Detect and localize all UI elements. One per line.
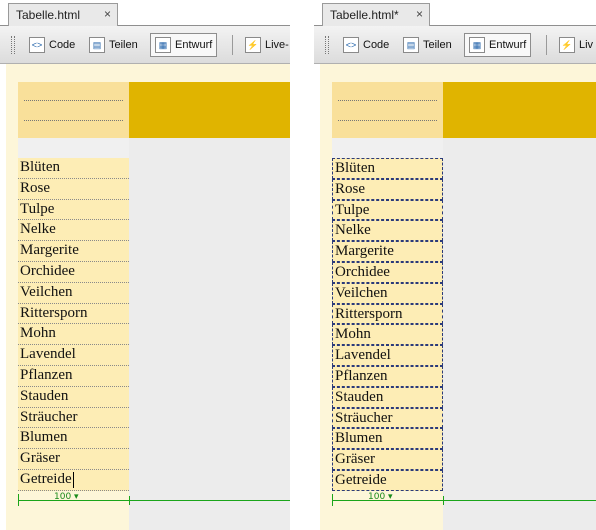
list-item[interactable]: Nelke [18,220,129,242]
list-item[interactable]: Rose [18,179,129,200]
design-view-icon: ▦ [469,37,485,53]
split-view-button[interactable]: ▤ Teilen [398,33,457,57]
split-view-icon: ▤ [89,37,105,53]
list-item[interactable]: Gräser [332,449,443,470]
split-view-label: Teilen [109,39,138,51]
spacer-cell[interactable] [332,138,443,158]
list-column[interactable]: Blüten Rose Tulpe Nelke Margerite Orchid… [18,158,129,491]
live-view-label: Live- [265,39,289,51]
list-item[interactable]: Pflanzen [332,365,443,387]
list-item[interactable]: Tulpe [332,199,443,221]
text-caret [72,471,74,488]
split-view-icon: ▤ [403,37,419,53]
list-item[interactable]: Lavendel [332,345,443,366]
list-item[interactable]: Blüten [18,158,129,179]
column-width-guide[interactable]: 100 ▾ [332,492,596,508]
toolbar-separator [232,35,233,55]
live-view-label: Liv [579,39,594,51]
editor-panel-before: Tabelle.html × <> Code ▤ Teilen ▦ Entwur… [0,0,290,530]
header-cell-right[interactable] [443,82,596,138]
design-view-button[interactable]: ▦ Entwurf [464,33,532,57]
code-view-button[interactable]: <> Code [338,33,394,57]
content-cell-right[interactable] [443,138,596,530]
column-width-label[interactable]: 100 ▾ [54,492,79,502]
list-item[interactable]: Mohn [332,324,443,346]
design-view-label: Entwurf [175,39,213,51]
toolbar-grip-icon[interactable] [11,36,15,54]
toolbar-grip-icon[interactable] [325,36,329,54]
header-cell-right[interactable] [129,82,290,138]
list-item[interactable]: Getreide [332,469,443,491]
document-toolbar: <> Code ▤ Teilen ▦ Entwurf ⚡ Live- [0,26,290,64]
list-item[interactable]: Veilchen [332,282,443,304]
list-item[interactable]: Margerite [332,241,443,262]
list-item[interactable]: Stauden [332,386,443,408]
list-item[interactable]: Getreide [18,470,129,491]
column-width-label[interactable]: 100 ▾ [368,492,393,502]
list-item[interactable]: Stauden [18,387,129,408]
list-item[interactable]: Rittersporn [332,303,443,325]
code-view-label: Code [363,39,390,51]
toolbar-separator [546,35,547,55]
document-tab[interactable]: Tabelle.html × [8,3,118,27]
close-icon[interactable]: × [416,7,423,21]
header-cell-left[interactable] [332,82,443,138]
list-item[interactable]: Orchidee [18,262,129,283]
column-width-guide[interactable]: 100 ▾ [18,492,290,508]
list-item-label: Getreide [20,470,72,487]
header-rule [24,100,123,101]
list-item[interactable]: Sträucher [18,408,129,429]
document-tab-title: Tabelle.html* [330,8,399,22]
list-item[interactable]: Gräser [18,449,129,470]
close-icon[interactable]: × [104,7,111,21]
list-item[interactable]: Pflanzen [18,366,129,387]
list-item[interactable]: Blumen [18,428,129,450]
live-view-button[interactable]: ⚡ Live- [240,33,290,57]
header-rule [338,120,437,121]
list-item[interactable]: Mohn [18,324,129,346]
code-view-button[interactable]: <> Code [24,33,80,57]
code-view-icon: <> [343,37,359,53]
list-item[interactable]: Sträucher [332,407,443,429]
document-toolbar: <> Code ▤ Teilen ▦ Entwurf ⚡ Liv [314,26,596,64]
list-item[interactable]: Orchidee [332,261,443,283]
design-canvas[interactable]: Blüten Rose Tulpe Nelke Margerite Orchid… [6,64,290,530]
live-view-icon: ⚡ [245,37,261,53]
content-cell-right[interactable] [129,138,290,530]
list-item[interactable]: Blüten [332,158,443,179]
design-view-button[interactable]: ▦ Entwurf [150,33,218,57]
split-view-label: Teilen [423,39,452,51]
document-tab-strip: Tabelle.html × [0,0,290,27]
header-rule [24,120,123,121]
code-view-icon: <> [29,37,45,53]
document-tab-title: Tabelle.html [16,8,81,22]
live-view-button[interactable]: ⚡ Liv [554,33,596,57]
list-column[interactable]: Blüten Rose Tulpe Nelke Margerite Orchid… [332,158,443,491]
editor-panel-after: Tabelle.html* × <> Code ▤ Teilen ▦ Entwu… [314,0,596,530]
column-boundary-tick [129,496,130,505]
list-item[interactable]: Rose [332,178,443,200]
design-canvas[interactable]: Blüten Rose Tulpe Nelke Margerite Orchid… [320,64,596,530]
list-item[interactable]: Nelke [332,220,443,242]
list-item[interactable]: Veilchen [18,283,129,304]
list-item[interactable]: Rittersporn [18,304,129,325]
document-tab[interactable]: Tabelle.html* × [322,3,430,27]
list-item[interactable]: Lavendel [18,345,129,366]
design-view-icon: ▦ [155,37,171,53]
list-item[interactable]: Margerite [18,241,129,262]
header-rule [338,100,437,101]
spacer-cell[interactable] [18,138,129,158]
column-boundary-tick [443,496,444,505]
header-cell-left[interactable] [18,82,129,138]
design-view-label: Entwurf [489,39,527,51]
list-item[interactable]: Blumen [332,428,443,450]
code-view-label: Code [49,39,76,51]
live-view-icon: ⚡ [559,37,575,53]
split-view-button[interactable]: ▤ Teilen [84,33,143,57]
document-tab-strip: Tabelle.html* × [314,0,596,27]
list-item[interactable]: Tulpe [18,200,129,221]
